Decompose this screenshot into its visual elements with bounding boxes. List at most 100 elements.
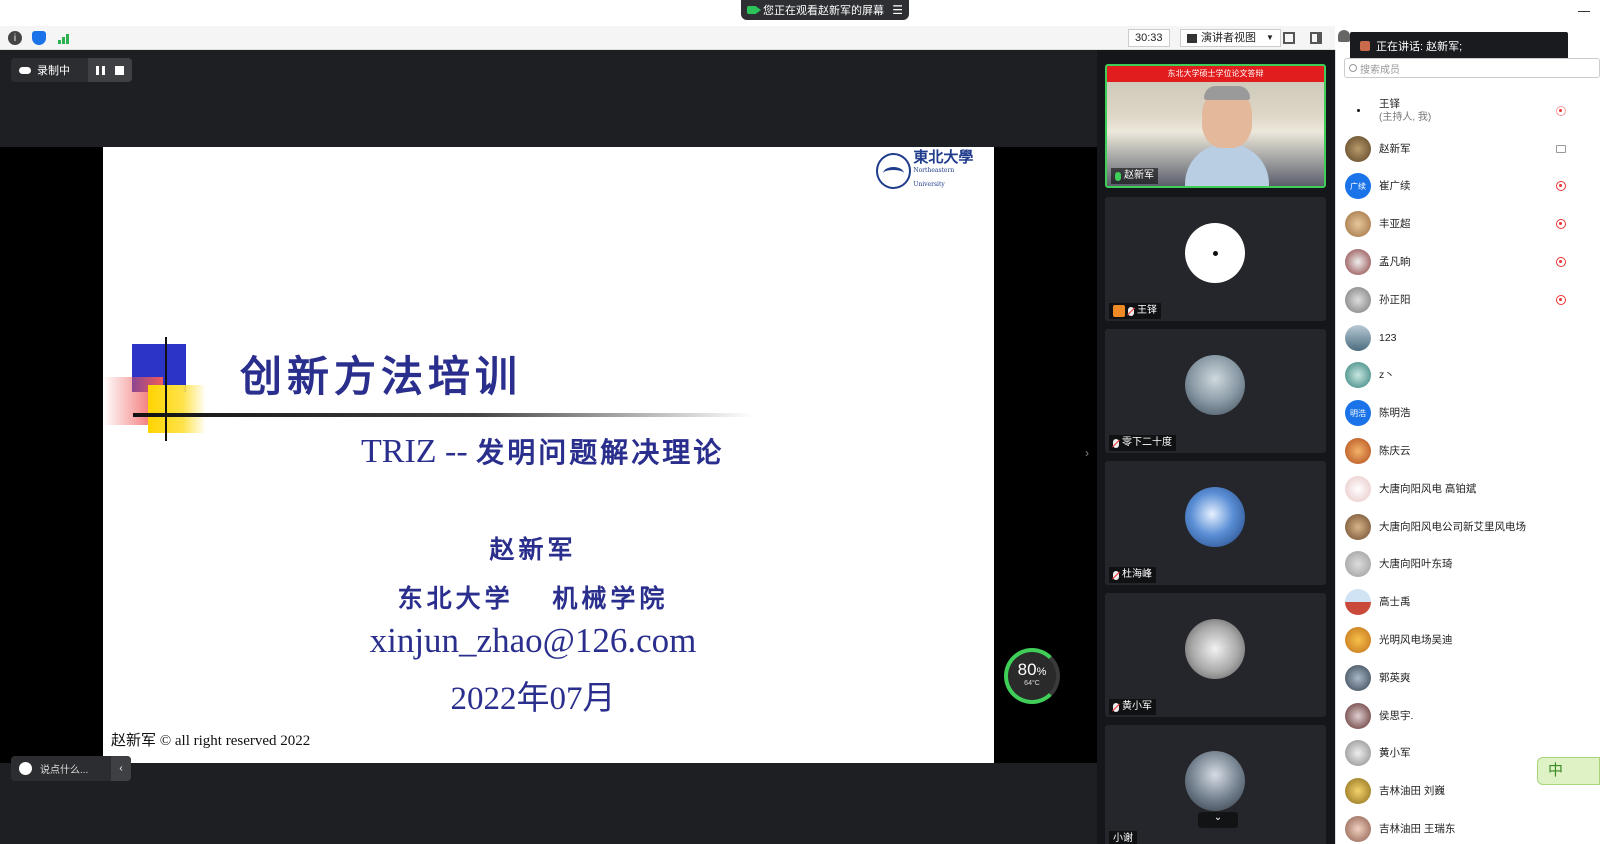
ime-toolbar[interactable]: 中 — [1537, 757, 1600, 785]
shield-icon[interactable] — [32, 31, 46, 45]
tile-name: 零下二十度 — [1109, 435, 1176, 451]
search-icon — [1349, 64, 1357, 72]
list-item[interactable]: 大唐向阳风电公司新艾里风电场 — [1345, 508, 1600, 546]
fullscreen-icon[interactable] — [1283, 32, 1295, 44]
slide-decoration-yellow — [148, 385, 206, 433]
list-item[interactable]: 123 — [1345, 319, 1600, 357]
avatar — [1345, 135, 1371, 162]
avatar — [1185, 223, 1245, 283]
tile-name: 黄小军 — [1109, 699, 1156, 715]
list-item[interactable]: 孟凡晌 — [1345, 243, 1600, 281]
list-item[interactable]: 明浩 陈明浩 — [1345, 394, 1600, 432]
participant-name: 王铎 — [1379, 97, 1400, 110]
member-search-input[interactable]: 搜索成员 — [1344, 58, 1600, 78]
performance-gauge[interactable]: 80% 64°C — [1004, 648, 1060, 704]
recording-status-icon — [1556, 257, 1566, 268]
video-tile[interactable]: 王铎 — [1105, 197, 1326, 321]
participant-role: (主持人, 我) — [1379, 111, 1432, 123]
people-icon[interactable] — [1338, 30, 1350, 42]
screen-share-banner[interactable]: 您正在观看赵新军的屏幕 ☰ — [741, 0, 909, 20]
gallery-scroll-down-icon[interactable]: ⌄ — [1198, 812, 1238, 828]
participant-name: z丶 — [1379, 369, 1395, 382]
avatar — [1185, 487, 1245, 547]
list-item[interactable]: 吉林油田 王瑞东 — [1345, 810, 1600, 844]
list-item[interactable]: 光明风电场吴迪 — [1345, 621, 1600, 659]
search-placeholder: 搜索成员 — [1360, 64, 1400, 76]
slide-decoration-vline — [165, 337, 167, 441]
list-item[interactable]: 陈庆云 — [1345, 432, 1600, 470]
pause-icon[interactable] — [96, 65, 105, 75]
info-icon[interactable]: i — [8, 31, 22, 45]
tile-name: 王铎 — [1109, 303, 1161, 319]
slide-organization: 东北大学 机械学院 — [397, 584, 669, 613]
recording-status-icon — [1556, 105, 1566, 116]
recording-status-icon — [1556, 294, 1566, 305]
video-tile-presenter[interactable]: 东北大学硕士学位论文答辩 赵新军 — [1105, 64, 1326, 188]
view-mode-button[interactable]: 演讲者视图 ▼ — [1180, 29, 1281, 47]
list-item[interactable]: 大唐向阳风电 高铂斌 — [1345, 470, 1600, 508]
share-banner-text: 您正在观看赵新军的屏幕 — [763, 5, 884, 17]
avatar — [1345, 513, 1371, 540]
presenter-hair — [1204, 86, 1250, 100]
avatar — [1345, 286, 1371, 313]
participant-name: 陈明浩 — [1379, 407, 1411, 420]
participant-name: 崔广续 — [1379, 180, 1411, 193]
slide-footer: 赵新军 © all right reserved 2022 — [111, 733, 311, 749]
slide-subtitle: TRIZ -- 发明问题解决理论 — [361, 433, 725, 470]
list-item[interactable]: 孙正阳 — [1345, 281, 1600, 319]
host-badge-icon — [1113, 305, 1125, 317]
participant-name: 高士禹 — [1379, 596, 1411, 609]
camera-icon — [747, 6, 761, 14]
list-item[interactable]: 王铎 (主持人, 我) — [1345, 92, 1600, 130]
university-seal-icon — [876, 153, 912, 189]
list-item[interactable]: 高士禹 — [1345, 583, 1600, 621]
participant-list: 王铎 (主持人, 我) 赵新军 广续 崔广续 丰亚超 孟凡晌 孙正阳 123 z丶… — [1345, 92, 1600, 844]
participant-name: 赵新军 — [1379, 142, 1411, 155]
avatar — [1345, 324, 1371, 351]
video-banner: 东北大学硕士学位论文答辩 — [1107, 66, 1324, 82]
university-logo: 東北大學 Northeastern University — [876, 150, 986, 189]
avatar: 广续 — [1345, 173, 1371, 200]
collapse-arrow-icon[interactable]: ‹ — [111, 756, 131, 781]
slide-date: 2022年07月 — [450, 681, 616, 717]
gauge-temp: 64°C — [1024, 680, 1040, 687]
mic-muted-icon — [1113, 702, 1119, 712]
chat-placeholder: 说点什么... — [40, 765, 89, 776]
video-tile[interactable]: 黄小军 — [1105, 593, 1326, 717]
avatar — [1345, 362, 1371, 389]
avatar — [1345, 438, 1371, 465]
avatar — [1345, 589, 1371, 616]
list-item[interactable]: z丶 — [1345, 357, 1600, 395]
speaker-view-icon — [1187, 33, 1197, 43]
avatar — [1345, 475, 1371, 502]
participant-name: 光明风电场吴迪 — [1379, 634, 1453, 647]
stop-icon[interactable] — [115, 65, 124, 75]
avatar — [1185, 751, 1245, 811]
video-tile[interactable]: 杜海峰 — [1105, 461, 1326, 585]
list-item[interactable]: 郭英爽 — [1345, 659, 1600, 697]
signal-icon[interactable] — [56, 32, 70, 44]
list-item[interactable]: 大唐向阳叶东琦 — [1345, 546, 1600, 584]
participant-name: 吉林油田 王瑞东 — [1379, 823, 1456, 836]
list-item[interactable]: 侯思宇. — [1345, 697, 1600, 735]
participant-name: 大唐向阳叶东琦 — [1379, 558, 1453, 571]
minimize-icon[interactable] — [1578, 11, 1590, 12]
sidebar-icon[interactable] — [1310, 32, 1322, 44]
emoji-icon[interactable] — [19, 762, 32, 775]
recording-indicator: 录制中 — [11, 58, 132, 82]
chat-input-bar[interactable]: 说点什么... ‹ — [11, 756, 131, 781]
list-item[interactable]: 丰亚超 — [1345, 205, 1600, 243]
view-mode-label: 演讲者视图 — [1201, 32, 1256, 44]
video-tile[interactable]: 零下二十度 — [1105, 329, 1326, 453]
menu-icon[interactable]: ☰ — [892, 3, 903, 17]
list-item[interactable]: 广续 崔广续 — [1345, 168, 1600, 206]
avatar — [1345, 97, 1371, 124]
slide-author: 赵新军 — [489, 535, 577, 564]
chevron-right-icon[interactable]: › — [1085, 446, 1089, 460]
avatar — [1345, 211, 1371, 238]
tile-name: 小谢 — [1109, 831, 1137, 844]
participant-name: 孙正阳 — [1379, 293, 1411, 306]
mic-muted-icon — [1128, 306, 1134, 316]
participant-name: 孟凡晌 — [1379, 256, 1411, 269]
list-item[interactable]: 赵新军 — [1345, 130, 1600, 168]
